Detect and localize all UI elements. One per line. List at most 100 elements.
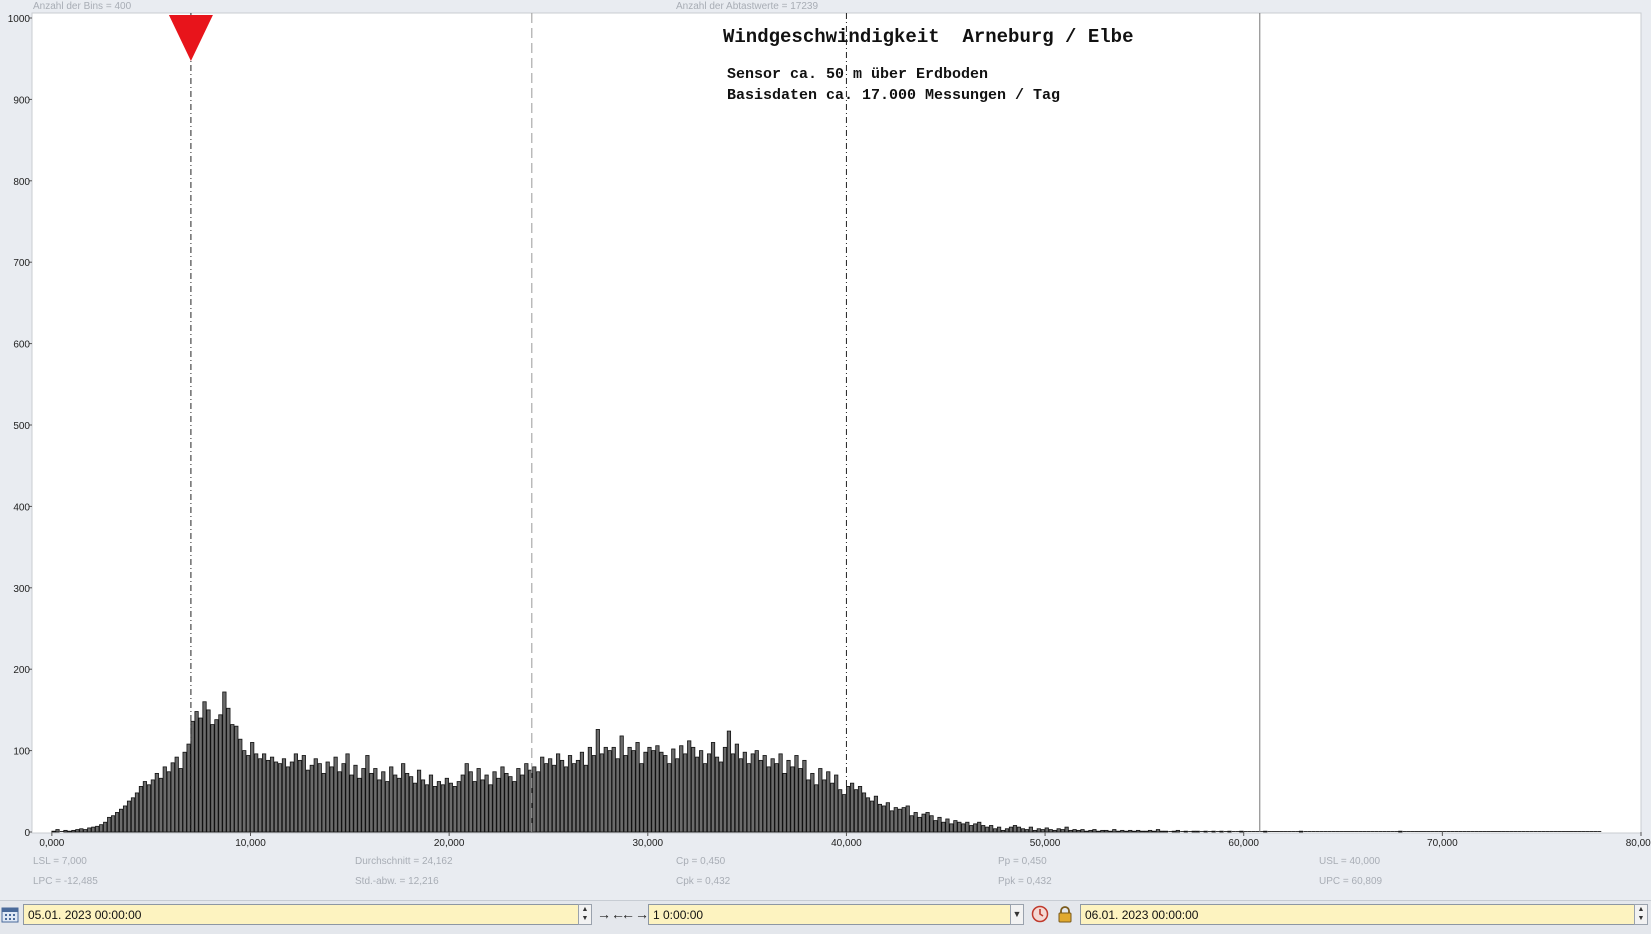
histogram-bin [349,774,354,833]
histogram-bin [107,816,112,833]
y-tick-label: 900 [13,95,30,106]
histogram-bin [695,756,700,833]
histogram-bin [1060,829,1065,833]
histogram-bin [742,751,747,833]
histogram-bin [989,825,994,833]
histogram-bin [488,784,493,833]
histogram-bin [75,829,80,833]
bins-value: 400 [114,1,132,12]
clock-icon[interactable] [1031,905,1049,923]
histogram-bin [484,774,489,833]
histogram-bin [1072,829,1077,833]
histogram-bin [1183,830,1188,833]
histogram-bin [63,829,68,833]
zoom-in-button[interactable]: →← [597,904,625,925]
x-tick-label: 50,000 [1030,838,1061,849]
histogram-bin [941,821,946,833]
histogram-bin [1108,830,1113,833]
histogram-bin [126,800,132,833]
histogram-bin [369,772,374,833]
histogram-bin [281,758,287,833]
plot-area [31,12,1642,834]
histogram-bin [1004,828,1010,833]
histogram-bin [373,768,378,833]
pp-stat: Pp = 0,450 [998,856,1047,867]
histogram-bin [969,825,974,833]
histogram-bin [830,782,835,833]
histogram-bin [619,735,624,833]
histogram-bin [726,730,732,833]
start-datetime-field[interactable]: 05.01. 2023 00:00:00 [23,904,581,925]
end-datetime-field[interactable]: 06.01. 2023 00:00:00 [1080,904,1635,925]
histogram-bin [925,812,930,833]
histogram-bin [71,829,76,833]
histogram-bin [917,816,922,833]
histogram-bin [758,759,763,833]
histogram-bin [516,768,521,833]
histogram-bin [401,763,406,833]
x-tick-label: 40,000 [831,838,862,849]
samples-count-label: Anzahl der Abtastwerte = 17239 [676,1,819,12]
end-datetime-spinner[interactable]: ▲ ▼ [1634,904,1648,925]
histogram-bin [559,759,565,833]
histogram-bin [667,763,672,833]
interval-select[interactable]: 1 0:00:00 [648,904,1024,925]
bins-count-label: Anzahl der Bins = 400 [33,1,131,12]
lock-icon[interactable] [1056,905,1074,923]
histogram-bin [265,759,271,833]
histogram-bin [524,763,529,833]
histogram-bin [325,761,330,833]
histogram-bin [1116,830,1121,833]
histogram-bin [1028,826,1033,833]
histogram-bin [687,740,692,833]
histogram-bin [492,771,497,833]
histogram-bin [691,746,696,833]
histogram-bin [873,795,879,833]
chart-subtitle-2: Basisdaten ca. 17.000 Messungen / Tag [727,87,1060,104]
histogram-bin [496,777,501,833]
histogram-bin [194,711,199,833]
histogram-bin [675,758,680,833]
histogram-bin [905,805,910,833]
histogram-bin [552,764,557,833]
histogram-bin [794,755,799,833]
histogram-bin [861,792,867,833]
histogram-bin [818,768,823,833]
usl-stat: USL = 40,000 [1319,856,1381,867]
histogram-bin [95,825,100,833]
histogram-bin [520,774,525,833]
histogram-bin [647,746,652,833]
histogram-bin [226,707,231,833]
histogram-bin [571,763,577,833]
histogram-bin [893,807,898,833]
histogram-bin [285,766,291,833]
histogram-bin [1227,830,1232,833]
histogram-bin [1084,830,1089,833]
zoom-out-button[interactable]: ←→ [621,904,649,925]
histogram-bin [536,771,541,833]
histogram-bin [544,763,549,833]
calendar-icon[interactable] [1,905,19,923]
start-datetime-spinner[interactable]: ▲ ▼ [578,904,592,925]
x-tick-label: 60,000 [1228,838,1259,849]
y-tick-label: 600 [13,340,30,351]
histogram-bin [341,763,346,833]
histogram-bin [1136,829,1141,833]
histogram-bin [162,766,167,833]
histogram-bin [246,755,251,833]
histogram-bin [579,751,585,833]
interval-dropdown-arrow[interactable]: ▼ [1010,904,1024,925]
x-tick-label: 30,000 [632,838,663,849]
histogram-bin [1112,829,1117,833]
histogram-bin [1104,829,1109,833]
histogram-bin [436,781,442,833]
histogram-bin [448,782,453,833]
histogram-bin [464,763,469,833]
histogram-bin [500,766,505,833]
histogram-bin [365,755,370,833]
histogram-bin [1155,829,1161,833]
histogram-bin [297,759,302,833]
histogram-bin [556,753,561,833]
histogram-bin [961,823,966,833]
histogram-bin [1163,830,1169,833]
